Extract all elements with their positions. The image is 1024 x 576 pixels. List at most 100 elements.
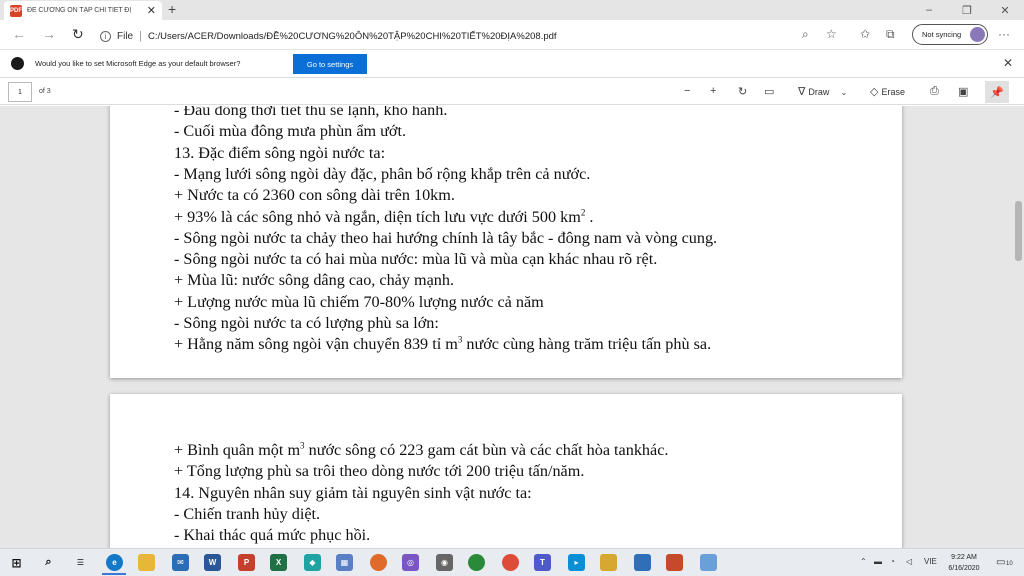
vertical-scrollbar[interactable] <box>1012 106 1024 548</box>
text-line: 14. Nguyên nhân suy giảm tài nguyên sinh… <box>174 483 532 502</box>
app-icon[interactable]: ▸ <box>568 554 585 571</box>
pin-toolbar-icon[interactable]: 📌 <box>985 81 1009 103</box>
text-line: - Khai thác quá mức phục hồi. <box>174 526 371 545</box>
tab-strip: PDF ĐỀ CƯƠNG ÔN TẬP CHI TIẾT ĐỊ ✕ + – ❐ … <box>0 0 1024 20</box>
clock-time: 9:22 AM <box>951 554 977 561</box>
save-icon[interactable]: ▣ <box>958 85 968 98</box>
excel-icon[interactable]: X <box>270 554 287 571</box>
firefox-icon[interactable] <box>370 554 387 571</box>
text-line: - Chiến tranh hủy diệt. <box>174 504 321 523</box>
pdf-viewer[interactable]: - Đầu đông thời tiết thủ sẽ lạnh, khô ha… <box>0 106 1024 548</box>
app-icon[interactable]: ◎ <box>402 554 419 571</box>
text-line: - Cuối mùa đông mưa phùn ẩm ướt. <box>174 122 407 141</box>
text-line: + Tổng lượng phù sa trôi theo dòng nước … <box>174 462 585 481</box>
text-span: . <box>585 207 594 226</box>
edge-taskbar-icon[interactable]: e <box>106 554 123 571</box>
address-bar: ← → ↻ i File | C:/Users/ACER/Downloads/Đ… <box>0 20 1024 50</box>
chevron-down-icon[interactable]: ⌄ <box>841 88 848 97</box>
clock[interactable]: 9:22 AM 6/16/2020 <box>942 552 986 574</box>
infobar-message: Would you like to set Microsoft Edge as … <box>35 59 241 68</box>
language-indicator[interactable]: VIE <box>924 557 937 566</box>
url-text: C:/Users/ACER/Downloads/ĐỀ%20CƯƠNG%20ÔN%… <box>147 30 557 42</box>
zoom-out-icon[interactable]: − <box>684 85 690 97</box>
collections-icon[interactable]: ⧉ <box>886 27 895 42</box>
text-line: - Sông ngòi nước ta có lượng phù sa lớn: <box>174 314 439 332</box>
pdf-page-2: + Bình quân một m3 nước sông có 223 gam … <box>110 394 902 548</box>
notification-icon[interactable]: ▭ <box>996 557 1005 568</box>
zoom-icon[interactable]: ⌕ <box>802 27 809 42</box>
text-line: 13. Đặc điểm sông ngòi nước ta: <box>174 143 386 162</box>
pdf-page-1: - Đầu đông thời tiết thủ sẽ lạnh, khô ha… <box>110 106 902 378</box>
text-span: nước cùng hàng trăm triệu tấn phù sa. <box>466 335 712 354</box>
mail-icon[interactable]: ✉ <box>172 554 189 571</box>
app-icon[interactable]: ◆ <box>304 554 321 571</box>
chevron-up-icon[interactable]: ⌃ <box>860 557 867 566</box>
active-indicator <box>102 573 126 575</box>
pdf-toolbar: 1 of 3 − + ↻ ▭ ∇ Draw ⌄ ◇ Erase ⎙ ▣ 📌 <box>0 79 1024 105</box>
forward-button[interactable]: → <box>42 26 56 42</box>
camera-icon[interactable]: ◉ <box>436 554 453 571</box>
print-icon[interactable]: ⎙ <box>930 85 939 98</box>
more-icon[interactable]: ··· <box>998 27 1010 41</box>
task-view-icon[interactable]: ☰ <box>72 554 89 571</box>
edge-icon <box>11 57 24 70</box>
file-explorer-icon[interactable] <box>138 554 155 571</box>
tab-title: ĐỀ CƯƠNG ÔN TẬP CHI TIẾT ĐỊ <box>27 7 132 14</box>
zoom-in-icon[interactable]: + <box>710 85 716 97</box>
fit-page-icon[interactable]: ▭ <box>764 85 774 98</box>
app-icon[interactable]: ▦ <box>336 554 353 571</box>
browser-tab[interactable]: PDF ĐỀ CƯƠNG ÔN TẬP CHI TIẾT ĐỊ ✕ <box>4 1 162 20</box>
default-browser-infobar: Would you like to set Microsoft Edge as … <box>0 51 1024 78</box>
network-icon[interactable]: ◔ <box>890 557 895 566</box>
sync-button[interactable]: Not syncing <box>912 24 988 45</box>
protocol-label: File <box>117 30 134 42</box>
draw-icon: ∇ <box>798 86 806 98</box>
infobar-close-icon[interactable]: ✕ <box>1003 56 1013 70</box>
text-line: + Hằng năm sông ngòi vận chuyển 839 tỉ m… <box>174 334 711 355</box>
app-icon[interactable] <box>468 554 485 571</box>
favorites-icon[interactable]: ✩ <box>860 27 870 41</box>
superscript: 3 <box>300 440 305 451</box>
volume-icon[interactable]: ◁ <box>906 557 912 566</box>
refresh-button[interactable]: ↻ <box>72 26 84 43</box>
rotate-icon[interactable]: ↻ <box>738 85 747 98</box>
windows-start-icon[interactable]: ⊞ <box>8 554 25 571</box>
text-line: + Nước ta có 2360 con sông dài trên 10km… <box>174 186 455 205</box>
new-tab-button[interactable]: + <box>168 1 176 17</box>
avatar <box>970 27 985 42</box>
page-count: of 3 <box>39 88 51 95</box>
app-icon[interactable] <box>600 554 617 571</box>
minimize-button[interactable]: – <box>910 0 948 20</box>
text-line: - Sông ngòi nước ta chảy theo hai hướng … <box>174 228 718 247</box>
text-line: + Lượng nước mùa lũ chiếm 70-80% lượng n… <box>174 292 544 311</box>
scroll-thumb[interactable] <box>1015 201 1022 261</box>
info-icon[interactable]: i <box>100 30 111 42</box>
windows-taskbar: ⊞ ⌕ ☰ e ✉ W P X ◆ ▦ ◎ ◉ T ▸ ⌃ ▬ ◔ ◁ VIE … <box>0 548 1024 576</box>
word-icon[interactable]: W <box>204 554 221 571</box>
chrome-icon[interactable] <box>502 554 519 571</box>
app-icon[interactable] <box>666 554 683 571</box>
sync-label: Not syncing <box>922 30 962 39</box>
page-number-input[interactable]: 1 <box>8 82 32 102</box>
search-icon[interactable]: ⌕ <box>40 554 57 571</box>
maximize-button[interactable]: ❐ <box>948 0 986 20</box>
url-input[interactable]: i File | C:/Users/ACER/Downloads/ĐỀ%20CƯ… <box>100 25 848 47</box>
text-line: - Mạng lưới sông ngòi dày đặc, phân bố r… <box>174 164 591 183</box>
erase-button[interactable]: ◇ Erase <box>870 85 905 98</box>
teams-icon[interactable]: T <box>534 554 551 571</box>
text-span: + Bình quân một m <box>174 441 301 459</box>
powerpoint-icon[interactable]: P <box>238 554 255 571</box>
app-icon[interactable] <box>700 554 717 571</box>
notification-count: 10 <box>1006 561 1013 567</box>
photos-icon[interactable] <box>634 554 651 571</box>
text-line: + Bình quân một m3 nước sông có 223 gam … <box>174 440 668 461</box>
close-window-button[interactable]: ✕ <box>986 0 1024 20</box>
battery-icon[interactable]: ▬ <box>874 557 882 566</box>
go-to-settings-button[interactable]: Go to settings <box>293 54 367 74</box>
draw-button[interactable]: ∇ Draw ⌄ <box>798 85 847 98</box>
back-button[interactable]: ← <box>12 26 26 42</box>
favorite-star-icon[interactable]: ☆ <box>826 27 837 41</box>
tab-close-icon[interactable]: ✕ <box>147 4 156 17</box>
url-separator: | <box>139 30 142 42</box>
text-span: + Hằng năm sông ngòi vận chuyển 839 tỉ m <box>174 335 458 354</box>
